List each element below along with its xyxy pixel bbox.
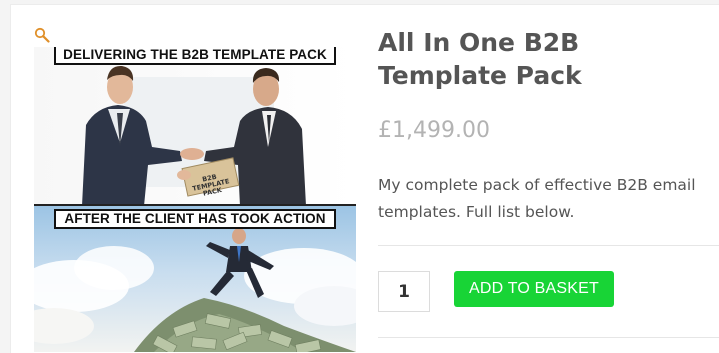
caption-top: DELIVERING THE B2B TEMPLATE PACK — [54, 47, 336, 65]
caption-bottom: AFTER THE CLIENT HAS TOOK ACTION — [54, 209, 336, 229]
product-image[interactable]: B2B TEMPLATE PACK DELIVERING THE B2B TEM… — [34, 47, 356, 352]
handshake-scene: B2B TEMPLATE PACK DELIVERING THE B2B TEM… — [34, 47, 356, 206]
magnifier-icon[interactable] — [34, 27, 50, 43]
add-to-basket-button[interactable]: ADD TO BASKET — [454, 271, 614, 307]
product-price: £1,499.00 — [378, 118, 490, 143]
quantity-input[interactable] — [378, 271, 430, 312]
product-description: My complete pack of effective B2B email … — [378, 176, 696, 221]
divider — [378, 337, 719, 338]
product-title: All In One B2B Template Pack — [378, 28, 582, 90]
divider — [378, 245, 719, 246]
